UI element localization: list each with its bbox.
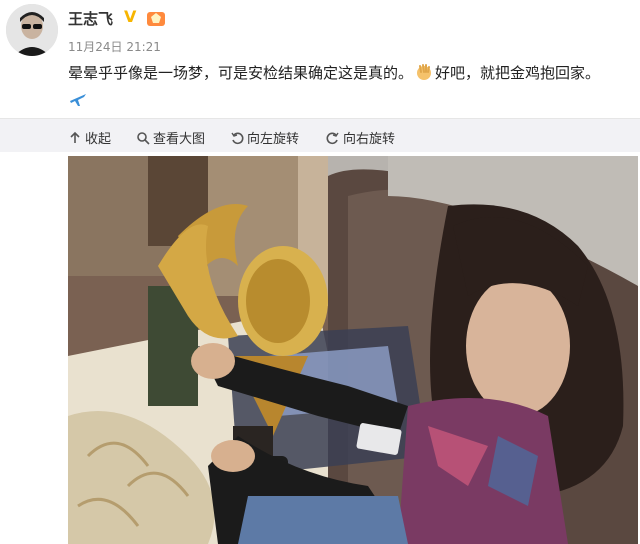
collapse-label: 收起	[85, 132, 112, 147]
rotate-left-label: 向左旋转	[247, 132, 300, 147]
post-photo[interactable]	[68, 156, 638, 544]
post-text-part1: 晕晕乎乎像是一场梦，可是安检结果确定这是真的。	[68, 64, 414, 82]
post-timestamp[interactable]: 11月24日 21:21	[68, 38, 161, 55]
rotate-left-icon	[231, 132, 244, 144]
verified-v-icon: V	[124, 7, 137, 26]
ok-hand-emoji	[415, 63, 433, 81]
username[interactable]: 王志飞	[68, 8, 113, 29]
arrow-up-icon	[70, 131, 80, 143]
view-large-label: 查看大图	[153, 132, 206, 147]
avatar[interactable]	[6, 4, 58, 56]
post-text-part2: 好吧，就把金鸡抱回家。	[435, 64, 601, 82]
rotate-left-button[interactable]: 向左旋转	[230, 128, 299, 147]
rotate-right-label: 向右旋转	[343, 132, 396, 147]
rotate-right-button[interactable]: 向右旋转	[326, 128, 395, 147]
view-large-button[interactable]: 查看大图	[136, 128, 205, 147]
search-icon	[137, 131, 150, 145]
collapse-button[interactable]: 收起	[68, 128, 111, 147]
medal-icon[interactable]	[146, 9, 166, 27]
post-header: 王志飞 V 11月24日 21:21 晕晕乎乎像是一场梦，可是安检结果确定这是真…	[0, 0, 640, 118]
image-toolbar: 收起 查看大图 向左旋转 向右旋转	[0, 118, 640, 152]
post-text: 晕晕乎乎像是一场梦，可是安检结果确定这是真的。 好吧，就把金鸡抱回家。	[68, 62, 634, 84]
rotate-right-icon	[326, 132, 339, 144]
airplane-emoji	[68, 90, 88, 108]
